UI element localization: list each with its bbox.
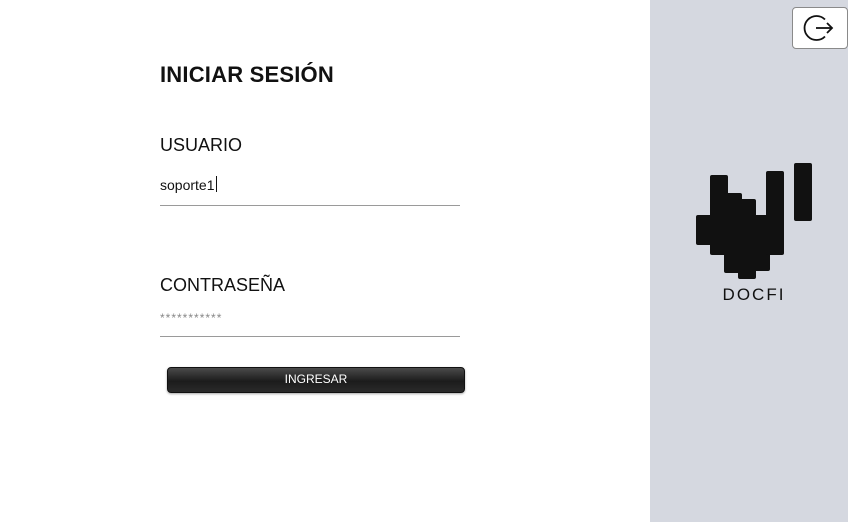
username-input[interactable] — [160, 174, 460, 206]
submit-button[interactable]: INGRESAR — [167, 367, 465, 393]
docfi-logo-icon — [696, 163, 812, 279]
login-panel: INICIAR SESIÓN USUARIO CONTRASEÑA INGRES… — [0, 0, 650, 522]
logout-icon — [803, 15, 834, 41]
password-input[interactable] — [160, 306, 460, 337]
logout-button[interactable] — [792, 7, 848, 49]
text-caret — [216, 176, 217, 192]
username-label: USUARIO — [160, 135, 243, 155]
page-title: INICIAR SESIÓN — [160, 62, 334, 87]
password-label: CONTRASEÑA — [160, 275, 286, 295]
brand-name: DOCFI — [722, 285, 786, 304]
